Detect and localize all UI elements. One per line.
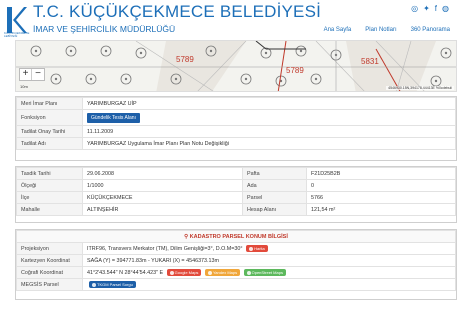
row-value: 1/1000: [82, 179, 243, 192]
table-row: Ölçeği 1/1000 Ada 0: [16, 179, 456, 192]
row-label: Kartezyen Koordinat: [16, 254, 83, 267]
google-maps-button[interactable]: Google Maps: [166, 269, 202, 276]
row-label: Coğrafi Koordinat: [16, 266, 83, 279]
row-label: İlçe: [16, 191, 83, 204]
row-value: 5766: [306, 191, 456, 204]
row-value: 29.06.2008: [82, 167, 243, 180]
row-value: 11.11.2009: [82, 125, 456, 138]
row-label: Fonksiyon: [16, 109, 83, 126]
yandex-maps-icon: [207, 270, 212, 275]
table-row: Tadilat Adı YARIMBURGAZ Uygulama İmar Pl…: [16, 137, 456, 150]
twitter-icon[interactable]: ✦: [423, 4, 430, 13]
search-icon: [92, 282, 96, 287]
row-value: 121,54 m²: [306, 203, 456, 216]
row-label: Mahalle: [16, 203, 83, 216]
openstreet-maps-button[interactable]: OpenStreet Maps: [243, 269, 286, 276]
row-value: YARIMBURGAZ Uygulama İmar Planı Plan Not…: [82, 137, 456, 150]
instagram-icon[interactable]: ◎: [411, 4, 418, 13]
map-view[interactable]: 5789 5789 5831 4546930.15N,394178.44413E…: [15, 40, 457, 92]
parcel-info-panel: Tasdik Tarihi 29.06.2008 Pafta F21D25B2B…: [15, 166, 457, 223]
globe-icon[interactable]: ◍: [442, 4, 449, 13]
row-label: Tadilat Adı: [16, 137, 83, 150]
parcel-label: 5831: [361, 57, 379, 66]
row-label: Pafta: [242, 167, 307, 180]
table-row: Tadilat Onay Tarihi 11.11.2009: [16, 125, 456, 138]
facebook-icon[interactable]: f: [435, 4, 437, 13]
row-label: Parsel: [242, 191, 307, 204]
parcel-label: 5789: [286, 66, 304, 75]
table-row: Fonksiyon Gündelik Tesis Alanı: [16, 109, 456, 126]
row-label: MEGSİS Parsel: [16, 278, 83, 291]
map-icon: [249, 246, 254, 251]
social-links: ◎ ✦ f ◍: [411, 4, 449, 13]
page-title: T.C. KÜÇÜKÇEKMECE BELEDİYESİ: [33, 2, 322, 21]
table-row: MEGSİS Parsel TKGM Parsel Sorgu: [16, 278, 456, 291]
top-nav: Ana Sayfa Plan Notları 360 Panorama: [317, 27, 457, 33]
table-row: Meri İmar Planı YARIMBURGAZ UİP: [16, 97, 456, 110]
row-label: Ada: [242, 179, 307, 192]
row-label: Tasdik Tarihi: [16, 167, 83, 180]
map-canvas: [16, 41, 456, 91]
nav-plan-notes[interactable]: Plan Notları: [358, 27, 403, 33]
row-value: ALTINŞEHİR: [82, 203, 243, 216]
tkgm-parcel-query-button[interactable]: TKGM Parsel Sorgu: [89, 281, 136, 288]
table-row: Kartezyen Koordinat SAĞA (Y) = 394771.83…: [16, 254, 456, 267]
row-value: 0: [306, 179, 456, 192]
row-label: Tadilat Onay Tarihi: [16, 125, 83, 138]
map-coordinates: 4546930.15N,394178.44413E %0cdebuli: [386, 86, 454, 90]
zoom-in-button[interactable]: +: [20, 69, 32, 80]
map-scale: 10m: [20, 84, 28, 89]
header: KÜÇÜKÇEKMECE LEBİYESİ T.C. KÜÇÜKÇEKMECE …: [0, 0, 457, 40]
logo-caption: KÜÇÜKÇEKMECE LEBİYESİ: [4, 31, 30, 38]
yandex-maps-button[interactable]: Yandex Maps: [204, 269, 241, 276]
openstreetmap-icon: [246, 270, 251, 275]
table-row: Projeksiyon ITRF96, Transvers Merkator (…: [16, 242, 456, 255]
table-row: Mahalle ALTINŞEHİR Hesap Alanı 121,54 m²: [16, 203, 456, 216]
projection-value: ITRF96, Transvers Merkator (TM), Dilim G…: [87, 245, 243, 252]
plan-info-panel: Meri İmar Planı YARIMBURGAZ UİP Fonksiyo…: [15, 96, 457, 161]
map-pin-icon: ⚲: [184, 233, 189, 240]
row-label: Projeksiyon: [16, 242, 83, 255]
geo-coordinate-value: 41°2'43.544" N 28°44'54.423" E: [87, 269, 164, 276]
cadastre-title: KADASTRO PARSEL KONUM BİLGİSİ: [189, 233, 288, 240]
table-row: Coğrafi Koordinat 41°2'43.544" N 28°44'5…: [16, 266, 456, 279]
page-subtitle: İMAR VE ŞEHİRCİLİK MÜDÜRLÜĞÜ: [33, 24, 176, 34]
nav-home[interactable]: Ana Sayfa: [317, 27, 359, 33]
table-row: Tasdik Tarihi 29.06.2008 Pafta F21D25B2B: [16, 167, 456, 180]
cartesian-value: SAĞA (Y) = 394771.83m - YUKARI (X) = 454…: [82, 254, 456, 267]
row-label: Ölçeği: [16, 179, 83, 192]
row-label: Meri İmar Planı: [16, 97, 83, 110]
row-label: Hesap Alanı: [242, 203, 307, 216]
zoom-control: + −: [19, 68, 45, 81]
nav-360-panorama[interactable]: 360 Panorama: [404, 27, 457, 33]
table-row: İlçe KÜÇÜKÇEKMECE Parsel 5766: [16, 191, 456, 204]
row-value: F21D25B2B: [306, 167, 456, 180]
function-button[interactable]: Gündelik Tesis Alanı: [87, 112, 140, 123]
section-header-row: ⚲ KADASTRO PARSEL KONUM BİLGİSİ: [16, 230, 456, 243]
map-button[interactable]: Harita: [246, 245, 268, 252]
google-maps-icon: [169, 270, 174, 275]
cadastre-panel: ⚲ KADASTRO PARSEL KONUM BİLGİSİ Projeksi…: [15, 229, 457, 300]
zoom-out-button[interactable]: −: [32, 69, 44, 80]
row-value: KÜÇÜKÇEKMECE: [82, 191, 243, 204]
row-value: YARIMBURGAZ UİP: [82, 97, 456, 110]
parcel-label: 5789: [176, 55, 194, 64]
